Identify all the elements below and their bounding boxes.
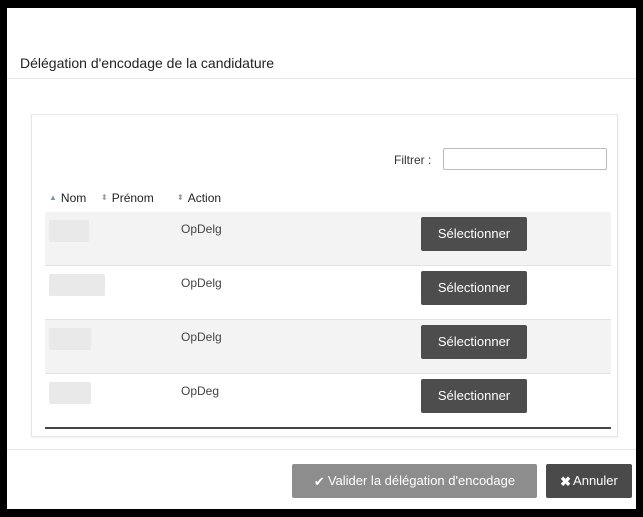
- sort-icon: ⬍: [177, 193, 184, 202]
- dialog-title: Délégation d'encodage de la candidature: [20, 55, 275, 71]
- table-row: OpDelg Sélectionner: [45, 266, 611, 320]
- table-row: OpDeg Sélectionner: [45, 374, 611, 428]
- column-header-label: Nom: [60, 191, 87, 205]
- validate-label: Valider la délégation d'encodage: [327, 473, 516, 488]
- check-icon: ✔: [313, 473, 325, 489]
- table-row: OpDelg Sélectionner: [45, 212, 611, 266]
- column-header-label: Prénom: [111, 191, 154, 205]
- name-cell-redacted: [49, 382, 91, 404]
- column-header-action[interactable]: ⬍ Action: [177, 191, 221, 205]
- action-cell: OpDelg: [181, 276, 222, 290]
- close-icon: ✖: [560, 473, 572, 489]
- column-header-label: Action: [187, 191, 222, 205]
- sort-up-icon: ▲: [49, 193, 57, 202]
- name-cell-redacted: [49, 274, 105, 296]
- action-cell: OpDelg: [181, 330, 222, 344]
- filter-input[interactable]: [443, 148, 607, 170]
- delegation-dialog: Délégation d'encodage de la candidature …: [7, 8, 636, 509]
- name-cell-redacted: [49, 328, 91, 350]
- action-cell: OpDelg: [181, 222, 222, 236]
- select-button[interactable]: Sélectionner: [421, 379, 527, 413]
- table-row: OpDelg Sélectionner: [45, 320, 611, 374]
- table-bottom-border: [45, 427, 611, 429]
- action-cell: OpDeg: [181, 384, 220, 398]
- filter-label: Filtrer :: [394, 153, 432, 167]
- select-button[interactable]: Sélectionner: [421, 271, 527, 305]
- cancel-label: Annuler: [573, 473, 618, 488]
- dialog-footer: ✔ Valider la délégation d'encodage ✖ Ann…: [7, 449, 636, 509]
- cancel-button[interactable]: ✖ Annuler: [546, 464, 632, 498]
- column-header-nom[interactable]: ▲ Nom: [49, 191, 86, 205]
- column-header-prenom[interactable]: ⬍ Prénom: [101, 191, 154, 205]
- sort-icon: ⬍: [101, 193, 108, 202]
- select-button[interactable]: Sélectionner: [421, 325, 527, 359]
- validate-delegation-button[interactable]: ✔ Valider la délégation d'encodage: [292, 464, 537, 498]
- dialog-header: Délégation d'encodage de la candidature: [7, 8, 636, 79]
- select-button[interactable]: Sélectionner: [421, 217, 527, 251]
- table-panel: Filtrer : ▲ Nom ⬍ Prénom ⬍ Action OpDelg…: [31, 114, 618, 437]
- name-cell-redacted: [49, 220, 89, 242]
